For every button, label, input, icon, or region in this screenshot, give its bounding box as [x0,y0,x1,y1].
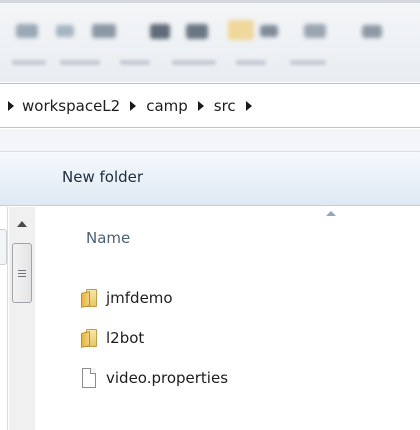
list-item-video-properties[interactable]: video.properties [80,365,410,391]
toolbar-icon[interactable] [56,25,74,37]
breadcrumb-chevron-icon[interactable] [245,101,252,111]
toolbar-icon[interactable] [362,25,382,38]
breadcrumb-item-camp[interactable]: camp [146,97,188,115]
sort-ascending-icon [326,211,336,216]
toolbar-icon[interactable] [92,24,116,38]
breadcrumb-chevron-icon[interactable] [130,101,137,111]
toolbar-icon[interactable] [228,20,254,40]
grip-icon [18,269,26,277]
file-name: video.properties [106,369,229,387]
arrow-up-icon [17,221,27,227]
toolbar-label [120,60,150,65]
toolbar-icon[interactable] [150,24,170,39]
toolbar-strip [0,0,420,82]
window-edge [0,0,420,3]
address-bar[interactable]: workspaceL2 camp src [0,83,420,128]
toolbar-label [172,60,216,65]
toolbar-icon[interactable] [186,24,208,39]
navigation-scrollbar[interactable] [9,207,35,430]
breadcrumb-chevron-icon[interactable] [8,101,14,111]
list-item-l2bot[interactable]: l2bot [80,325,410,351]
file-name: l2bot [106,329,145,347]
toolbar-icon[interactable] [16,24,38,38]
folder-icon [80,328,98,348]
bar-separator [0,129,420,151]
toolbar-label [60,60,100,65]
explorer-window: workspaceL2 camp src New folder Name jmf… [0,0,420,430]
toolbar-icon[interactable] [304,24,326,38]
pane-splitter[interactable] [0,229,7,265]
toolbar-label [236,60,266,65]
file-list: Name jmfdemo l2bot video.properties [36,207,420,430]
scroll-up-button[interactable] [9,207,35,241]
command-bar: New folder [0,151,420,206]
toolbar-label [12,60,46,65]
toolbar-icon[interactable] [260,25,278,37]
scroll-thumb[interactable] [12,243,32,303]
folder-icon [80,288,98,308]
list-item-jmfdemo[interactable]: jmfdemo [80,285,410,311]
navigation-pane-edge[interactable] [0,207,8,430]
file-name: jmfdemo [106,289,173,307]
document-icon [80,367,98,389]
column-header-name[interactable]: Name [36,207,420,267]
column-header-label: Name [86,229,131,247]
breadcrumb-item-src[interactable]: src [214,97,236,115]
new-folder-button[interactable]: New folder [62,168,143,192]
toolbar-label [290,60,326,65]
breadcrumb-chevron-icon[interactable] [197,101,204,111]
breadcrumb: workspaceL2 camp src [8,94,262,118]
breadcrumb-item-workspacel2[interactable]: workspaceL2 [22,97,120,115]
